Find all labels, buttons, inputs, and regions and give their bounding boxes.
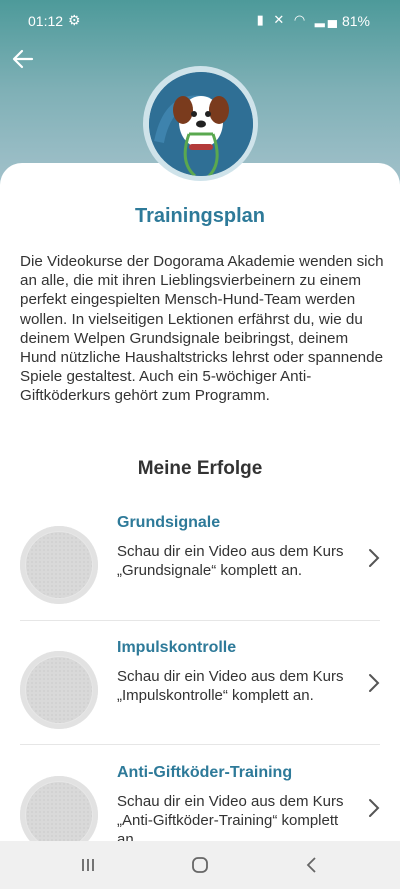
page-description: Die Videokurse der Dogorama Akademie wen… (20, 253, 384, 405)
chevron-right-icon (369, 799, 380, 817)
achievement-badge (20, 526, 98, 604)
achievement-item-anti-giftkoeder[interactable]: Anti-Giftköder-Training Schau dir ein Vi… (0, 762, 400, 841)
status-bar: 01:12 ⚙ ▮ ✕ ◠ ▂▄ 81% (0, 0, 400, 44)
system-navigation-bar (0, 841, 400, 889)
achievement-badge (20, 776, 98, 841)
home-icon (192, 857, 208, 873)
achievement-badge (20, 651, 98, 729)
dog-avatar (143, 66, 258, 181)
achievement-name: Grundsignale (117, 514, 221, 531)
achievement-item-grundsignale[interactable]: Grundsignale Schau dir ein Video aus dem… (0, 512, 400, 636)
achievement-description: Schau dir ein Video aus dem Kurs „Impuls… (117, 668, 344, 704)
status-time: 01:12 (28, 13, 64, 29)
page-title: Trainingsplan (134, 205, 266, 227)
achievement-description: Schau dir ein Video aus dem Kurs „Anti-G… (117, 793, 344, 841)
battery-level: 81% (341, 13, 370, 29)
achievement-name: Impulskontrolle (117, 639, 237, 656)
dog-illustration (148, 71, 253, 176)
system-status-icons: ▮ ✕ ◠ ▂▄ (256, 12, 340, 27)
achievement-item-impulskontrolle[interactable]: Impulskontrolle Schau dir ein Video aus … (0, 637, 400, 761)
back-button[interactable] (10, 46, 36, 72)
recent-apps-button[interactable] (58, 841, 118, 889)
gear-icon: ⚙ (68, 12, 81, 28)
nav-back-button[interactable] (282, 841, 342, 889)
arrow-left-icon (12, 49, 34, 69)
recent-apps-icon (82, 859, 94, 871)
chevron-right-icon (369, 674, 380, 692)
achievements-heading: Meine Erfolge (137, 458, 263, 479)
home-button[interactable] (170, 841, 230, 889)
back-icon (306, 857, 316, 873)
achievement-name: Anti-Giftköder-Training (117, 764, 293, 781)
achievement-description: Schau dir ein Video aus dem Kurs „Grunds… (117, 543, 344, 579)
chevron-right-icon (369, 549, 380, 567)
divider (20, 620, 380, 621)
divider (20, 744, 380, 745)
